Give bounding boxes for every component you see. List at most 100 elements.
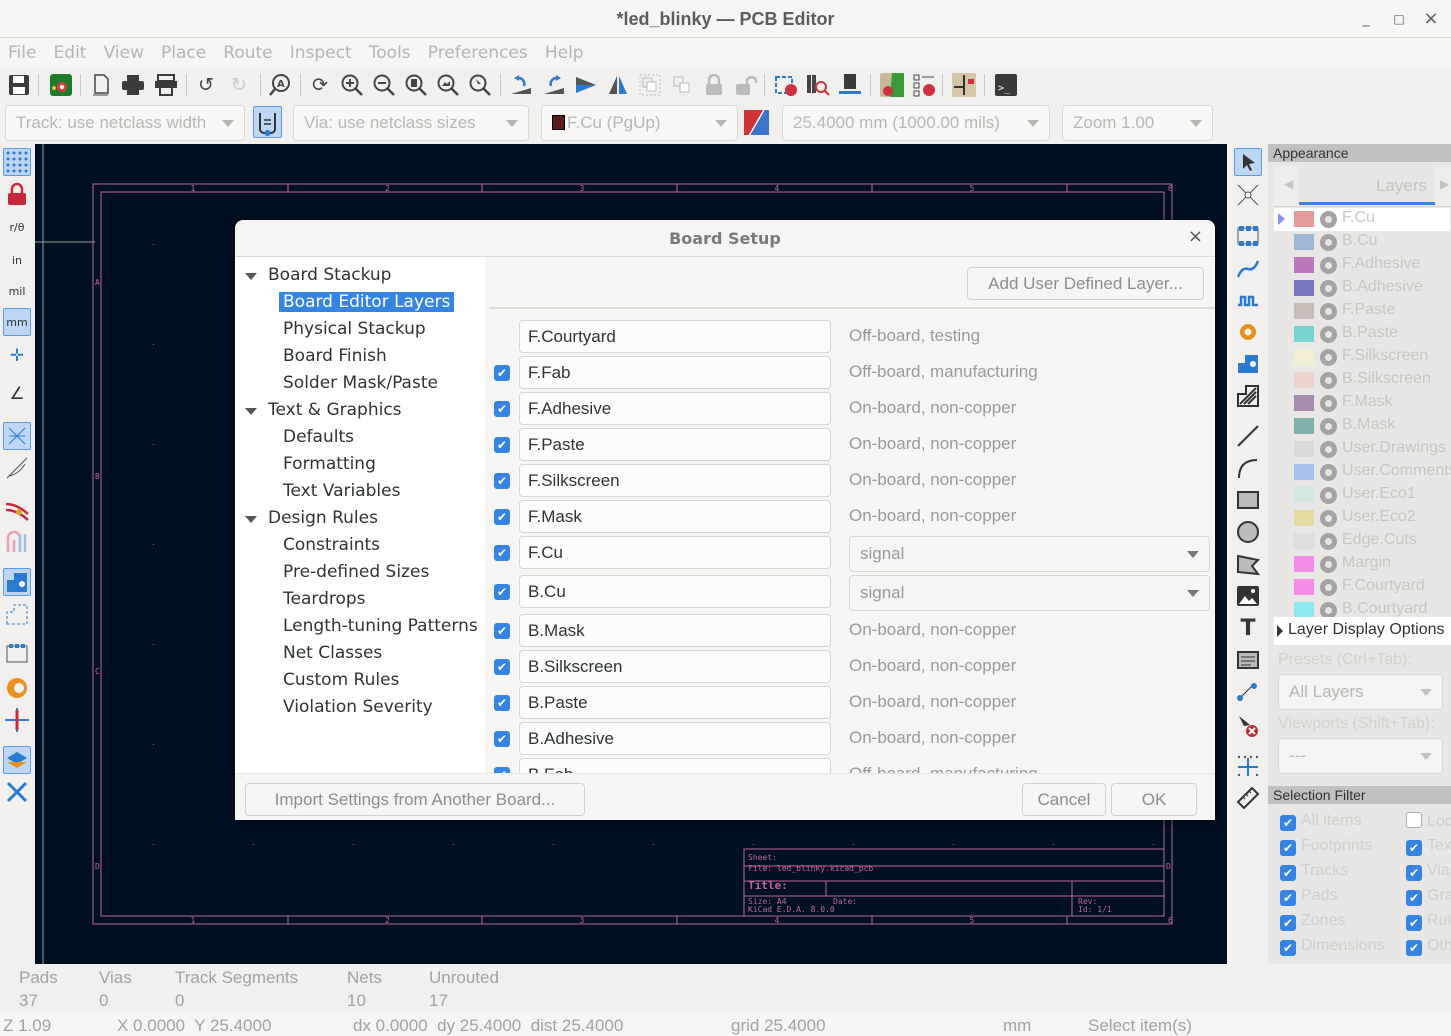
layer-color-swatch[interactable]	[1294, 556, 1314, 572]
load-footprint-icon[interactable]	[838, 73, 862, 97]
layer-enabled-checkbox[interactable]: ✔	[494, 584, 510, 600]
scripting-console-icon[interactable]: >_	[994, 73, 1018, 97]
grid-origin-icon[interactable]	[1234, 752, 1262, 780]
delete-tool-icon[interactable]	[1234, 712, 1262, 740]
layer-color-swatch[interactable]	[1294, 487, 1314, 503]
zone-outline-icon[interactable]	[3, 600, 31, 628]
layer-enabled-checkbox[interactable]: ✔	[494, 437, 510, 453]
grid-lock-icon[interactable]	[3, 180, 31, 208]
zoom-selection-icon[interactable]	[468, 73, 492, 97]
menu-inspect[interactable]: Inspect	[282, 38, 352, 63]
update-pcb-icon[interactable]	[774, 73, 798, 97]
local-ratsnest-icon[interactable]	[1234, 181, 1262, 209]
print-icon[interactable]	[121, 73, 145, 97]
group-icon[interactable]	[638, 73, 662, 97]
layer-name-field[interactable]: B.Fab	[519, 758, 831, 773]
mirror-icon[interactable]	[606, 73, 630, 97]
layer-color-swatch[interactable]	[1294, 418, 1314, 434]
tree-item-formatting[interactable]: Formatting	[283, 454, 376, 474]
visibility-eye-icon[interactable]	[1320, 234, 1337, 251]
zoom-objects-icon[interactable]	[436, 73, 460, 97]
visibility-eye-icon[interactable]	[1320, 556, 1337, 573]
add-textbox-icon[interactable]	[1234, 646, 1262, 674]
appearance-layer-row[interactable]: B.Adhesive	[1274, 277, 1450, 300]
layer-name-field[interactable]: F.Silkscreen	[519, 464, 831, 497]
filter-tracks[interactable]: ✔ Tracks	[1280, 862, 1348, 881]
cancel-button[interactable]: Cancel	[1022, 783, 1106, 816]
layer-color-swatch[interactable]	[1294, 326, 1314, 342]
menu-view[interactable]: View	[96, 38, 144, 63]
layer-color-swatch[interactable]	[1294, 234, 1314, 250]
layer-pair-icon[interactable]	[744, 110, 769, 135]
appearance-layer-row[interactable]: F.Silkscreen	[1274, 346, 1450, 369]
via-display-icon[interactable]	[3, 674, 31, 702]
visibility-eye-icon[interactable]	[1320, 395, 1337, 412]
add-text-icon[interactable]: T	[1234, 614, 1262, 642]
layer-color-swatch[interactable]	[1294, 211, 1314, 227]
add-via-icon[interactable]	[1234, 318, 1262, 346]
zoom-fit-icon[interactable]	[404, 73, 428, 97]
unlock-icon[interactable]	[734, 73, 758, 97]
filter-checkbox[interactable]: ✔	[1406, 940, 1422, 956]
layer-color-swatch[interactable]	[1294, 533, 1314, 549]
visibility-eye-icon[interactable]	[1320, 418, 1337, 435]
units-mm-icon[interactable]: mm	[3, 308, 31, 336]
filter-checkbox[interactable]: ✔	[1406, 840, 1422, 856]
visibility-eye-icon[interactable]	[1320, 326, 1337, 343]
layer-enabled-checkbox[interactable]: ✔	[494, 623, 510, 639]
layer-color-swatch[interactable]	[1294, 510, 1314, 526]
expand-triangle-icon[interactable]	[245, 516, 257, 523]
filter-vias[interactable]: ✔ Vias	[1406, 862, 1451, 881]
add-image-icon[interactable]	[1234, 582, 1262, 610]
units-mil-icon[interactable]: mil	[3, 277, 31, 305]
angle-snap-icon[interactable]: ∠	[3, 380, 31, 408]
visibility-eye-icon[interactable]	[1320, 349, 1337, 366]
tree-item-text-graphics[interactable]: Text & Graphics	[268, 400, 402, 420]
footprint-browser-icon[interactable]	[806, 73, 830, 97]
menu-edit[interactable]: Edit	[46, 38, 87, 63]
visibility-eye-icon[interactable]	[1320, 533, 1337, 550]
tree-item-net-classes[interactable]: Net Classes	[283, 643, 382, 663]
cursor-crosshair-icon[interactable]: ✛	[3, 342, 31, 370]
filter-graphics[interactable]: ✔ Graphics	[1406, 887, 1451, 906]
tab-scroll-right-icon[interactable]: ▶	[1440, 177, 1449, 191]
filter-zones[interactable]: ✔ Zones	[1280, 912, 1345, 931]
zone-fill-icon[interactable]	[3, 568, 31, 596]
tree-item-board-editor-layers[interactable]: Board Editor Layers	[279, 292, 455, 312]
dialog-close-button[interactable]: ×	[1188, 226, 1203, 247]
tree-item-physical-stackup[interactable]: Physical Stackup	[283, 319, 426, 339]
layer-enabled-checkbox[interactable]: ✔	[494, 365, 510, 381]
layer-name-field[interactable]: B.Adhesive	[519, 722, 831, 755]
track-outline-icon[interactable]	[3, 496, 31, 524]
tree-item-length-tuning-patterns[interactable]: Length-tuning Patterns	[283, 616, 478, 636]
layer-color-swatch[interactable]	[1294, 372, 1314, 388]
tree-item-design-rules[interactable]: Design Rules	[268, 508, 378, 528]
tree-item-board-stackup[interactable]: Board Stackup	[268, 265, 391, 285]
presets-select[interactable]: All Layers	[1278, 674, 1443, 710]
layer-color-swatch[interactable]	[1294, 602, 1314, 618]
filter-checkbox[interactable]: ✔	[1280, 865, 1296, 881]
curved-ratsnest-icon[interactable]	[3, 454, 31, 482]
page-settings-icon[interactable]	[89, 73, 113, 97]
draw-arc-icon[interactable]	[1234, 454, 1262, 482]
layer-enabled-checkbox[interactable]: ✔	[494, 545, 510, 561]
draw-rectangle-icon[interactable]	[1234, 486, 1262, 514]
units-inch-icon[interactable]: in	[3, 246, 31, 274]
tree-item-board-finish[interactable]: Board Finish	[283, 346, 387, 366]
drc-icon[interactable]	[880, 73, 904, 97]
appearance-layer-row[interactable]: User.Comments	[1274, 461, 1451, 484]
layer-name-field[interactable]: F.Cu	[519, 536, 831, 569]
properties-icon[interactable]	[3, 778, 31, 806]
grid-toggle-icon[interactable]	[3, 148, 31, 176]
filter-checkbox[interactable]: ✔	[1406, 865, 1422, 881]
rule-area-icon[interactable]	[1234, 382, 1262, 410]
menu-help[interactable]: Help	[537, 38, 584, 63]
menu-file[interactable]: File	[0, 38, 36, 63]
save-icon[interactable]	[7, 73, 31, 97]
layer-enabled-checkbox[interactable]: ✔	[494, 659, 510, 675]
viewports-select[interactable]: ---	[1278, 738, 1443, 774]
layer-color-swatch[interactable]	[1294, 579, 1314, 595]
visibility-eye-icon[interactable]	[1320, 510, 1337, 527]
layer-name-field[interactable]: F.Adhesive	[519, 392, 831, 425]
draw-polygon-icon[interactable]	[1234, 550, 1262, 578]
